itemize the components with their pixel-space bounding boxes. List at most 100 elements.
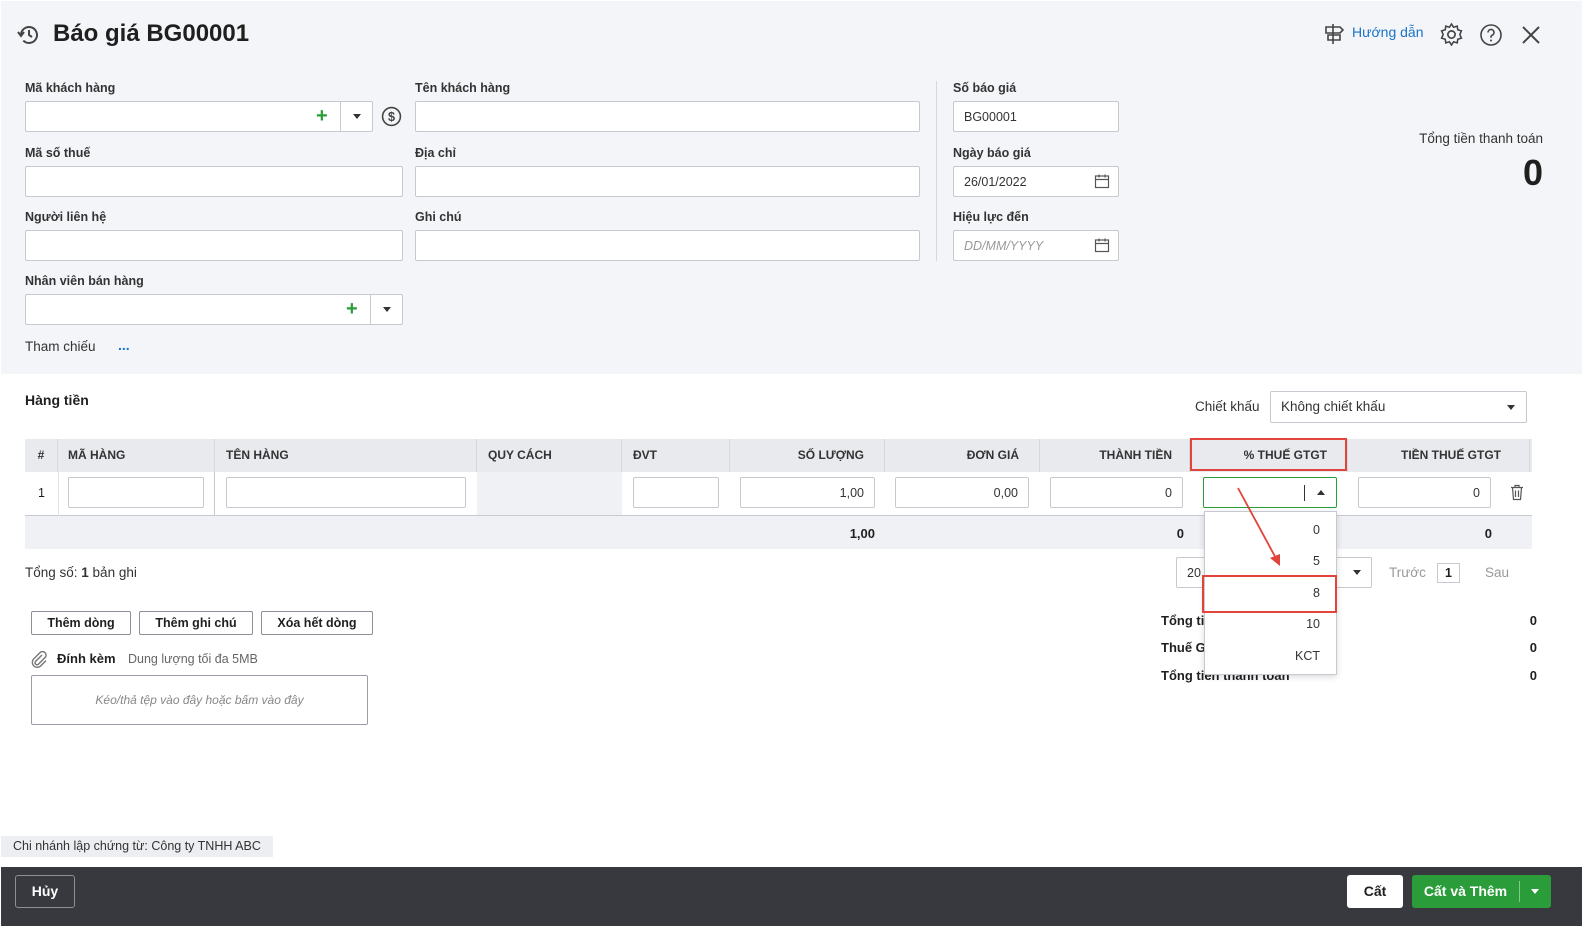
- next-page[interactable]: Sau: [1485, 565, 1509, 580]
- text-cursor: [1304, 485, 1305, 501]
- tax-code-label: Mã số thuế: [25, 146, 91, 160]
- customer-name-label: Tên khách hàng: [415, 81, 511, 95]
- amount-input[interactable]: 0: [1050, 477, 1183, 508]
- gear-icon[interactable]: [1439, 22, 1464, 47]
- item-code-input[interactable]: [68, 477, 204, 508]
- prev-page[interactable]: Trước: [1389, 565, 1426, 580]
- col-quantity[interactable]: SỐ LƯỢNG: [730, 439, 885, 472]
- calendar-icon[interactable]: [1094, 173, 1110, 189]
- svg-text:$: $: [388, 110, 395, 124]
- total-payment-label: Tổng tiền thanh toán: [1419, 131, 1543, 146]
- contact-label: Người liên hệ: [25, 210, 107, 224]
- customer-name-input[interactable]: [415, 101, 920, 132]
- page-title: Báo giá BG00001: [53, 20, 250, 47]
- signpost-icon[interactable]: [1322, 22, 1346, 46]
- vat-option[interactable]: 10: [1205, 609, 1336, 640]
- summary-total-value: 0: [1529, 668, 1537, 683]
- col-actions: [1530, 439, 1532, 472]
- col-amount[interactable]: THÀNH TIỀN: [1040, 439, 1190, 472]
- col-item-name[interactable]: TÊN HÀNG: [215, 439, 477, 472]
- vat-amount-input[interactable]: 0: [1358, 477, 1491, 508]
- chevron-down-icon: [353, 114, 361, 119]
- col-item-code[interactable]: MÃ HÀNG: [58, 439, 215, 472]
- footer-bar: [1, 867, 1582, 926]
- col-unit[interactable]: ĐVT: [622, 439, 730, 472]
- history-icon[interactable]: [16, 22, 42, 48]
- discount-select[interactable]: Không chiết khấu: [1270, 391, 1527, 423]
- vat-option-highlight: [1202, 575, 1337, 613]
- record-count-suffix: bản ghi: [88, 565, 137, 580]
- quote-no-input[interactable]: BG00001: [953, 101, 1119, 132]
- customer-code-input[interactable]: +: [25, 101, 373, 132]
- col-index: #: [25, 439, 58, 472]
- unit-price-input[interactable]: 0,00: [895, 477, 1029, 508]
- page-number[interactable]: 1: [1437, 563, 1460, 583]
- delete-all-rows-button[interactable]: Xóa hết dòng: [261, 611, 373, 635]
- add-row-button[interactable]: Thêm dòng: [31, 611, 131, 635]
- valid-until-placeholder: DD/MM/YYYY: [964, 239, 1044, 253]
- salesperson-label: Nhân viên bán hàng: [25, 274, 144, 288]
- quote-date-input[interactable]: 26/01/2022: [953, 166, 1119, 197]
- reference-link[interactable]: ...: [118, 337, 130, 353]
- total-vat-amount: 0: [1484, 526, 1492, 541]
- discount-label: Chiết khấu: [1195, 399, 1260, 414]
- row-divider: [214, 472, 215, 516]
- reference-label: Tham chiếu: [25, 339, 96, 354]
- help-icon[interactable]: [1479, 23, 1503, 47]
- contact-input[interactable]: [25, 230, 403, 261]
- col-vat-amount[interactable]: TIỀN THUẾ GTGT: [1348, 439, 1530, 472]
- add-note-button[interactable]: Thêm ghi chú: [139, 611, 253, 635]
- chevron-up-icon[interactable]: [1317, 490, 1325, 495]
- dollar-circle-icon[interactable]: $: [381, 106, 402, 127]
- summary-goods-value: 0: [1529, 613, 1537, 628]
- chevron-down-icon: [383, 307, 391, 312]
- vat-header-highlight: [1190, 438, 1347, 471]
- goods-section-title: Hàng tiền: [25, 392, 89, 408]
- total-quantity: 1,00: [849, 526, 875, 541]
- col-unit-price[interactable]: ĐƠN GIÁ: [885, 439, 1040, 472]
- valid-until-label: Hiệu lực đến: [953, 210, 1029, 224]
- summary-vat-value: 0: [1529, 640, 1537, 655]
- add-salesperson-icon[interactable]: +: [346, 299, 358, 319]
- salesperson-dropdown-button[interactable]: [370, 295, 402, 324]
- valid-until-input[interactable]: DD/MM/YYYY: [953, 230, 1119, 261]
- col-spec[interactable]: QUY CÁCH: [477, 439, 622, 472]
- note-label: Ghi chú: [415, 210, 462, 224]
- guide-link[interactable]: Hướng dẫn: [1352, 24, 1423, 40]
- branch-info: Chi nhánh lập chứng từ: Công ty TNHH ABC: [1, 836, 273, 857]
- note-input[interactable]: [415, 230, 920, 261]
- cancel-button[interactable]: Hủy: [15, 875, 75, 908]
- row-divider: [58, 472, 59, 516]
- chevron-down-icon: [1353, 570, 1361, 575]
- quote-no-label: Số báo giá: [953, 81, 1017, 95]
- paperclip-icon: [31, 650, 47, 668]
- unit-input[interactable]: [633, 477, 719, 508]
- trash-icon[interactable]: [1509, 484, 1525, 501]
- chevron-down-icon: [1531, 889, 1539, 894]
- total-amount: 0: [1176, 526, 1184, 541]
- save-and-add-button[interactable]: Cất và Thêm: [1412, 875, 1519, 908]
- save-button[interactable]: Cất: [1347, 875, 1403, 908]
- attachment-dropzone[interactable]: Kéo/thả tệp vào đây hoặc bấm vào đây: [31, 675, 368, 725]
- chevron-down-icon: [1507, 405, 1515, 410]
- quote-date-label: Ngày báo giá: [953, 146, 1031, 160]
- calendar-icon[interactable]: [1094, 237, 1110, 253]
- attachment-hint: Dung lượng tối đa 5MB: [128, 652, 258, 666]
- address-label: Địa chỉ: [415, 146, 456, 160]
- customer-dropdown-button[interactable]: [340, 102, 372, 131]
- tax-code-input[interactable]: [25, 166, 403, 197]
- vat-option[interactable]: KCT: [1205, 641, 1336, 672]
- quote-date-value: 26/01/2022: [964, 175, 1027, 189]
- add-customer-icon[interactable]: +: [316, 106, 328, 126]
- item-name-input[interactable]: [226, 477, 466, 508]
- salesperson-input[interactable]: +: [25, 294, 403, 325]
- address-input[interactable]: [415, 166, 920, 197]
- quantity-input[interactable]: 1,00: [740, 477, 875, 508]
- customer-code-label: Mã khách hàng: [25, 81, 116, 95]
- discount-value: Không chiết khấu: [1281, 399, 1386, 414]
- page-size-value: 20: [1187, 566, 1201, 580]
- close-icon[interactable]: [1521, 25, 1541, 45]
- column-divider: [936, 81, 937, 261]
- save-options-dropdown[interactable]: [1520, 875, 1551, 908]
- row-index: 1: [38, 486, 45, 500]
